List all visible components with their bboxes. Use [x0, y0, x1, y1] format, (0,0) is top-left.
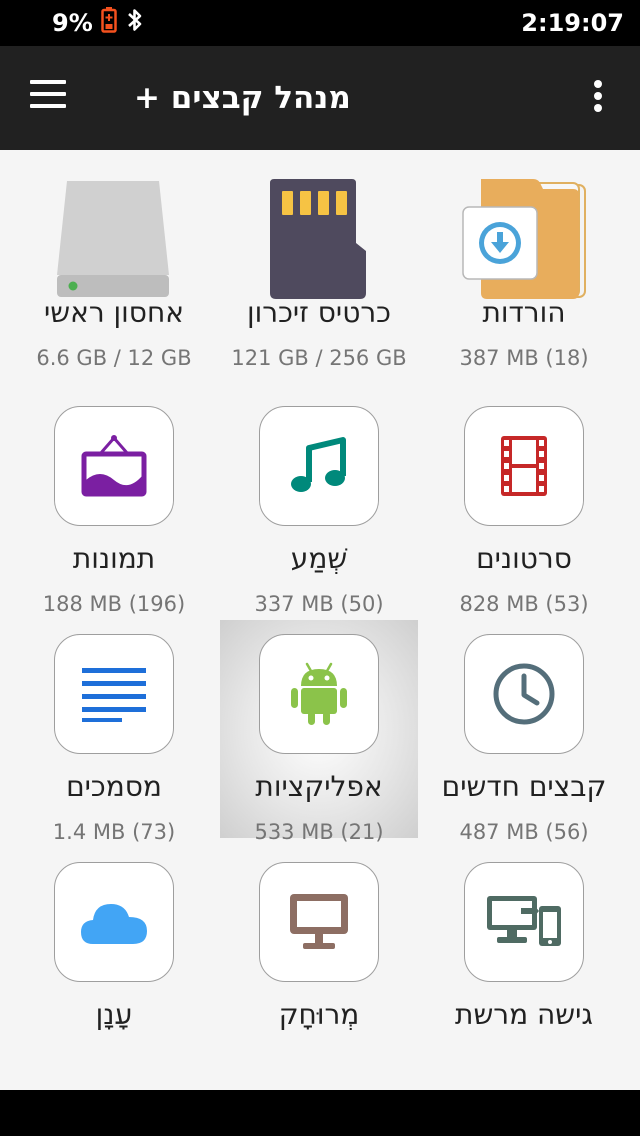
tile-label: אחסון ראשי [44, 296, 184, 329]
tile-documents[interactable]: מסמכים 1.4 MB (73) [15, 624, 213, 844]
film-icon [464, 406, 584, 526]
tile-recent-files[interactable]: קבצים חדשים 487 MB (56) [425, 624, 623, 844]
tile-cloud[interactable]: עָנָן [15, 852, 213, 1070]
sd-card-icon [249, 174, 389, 304]
monitor-icon [259, 862, 379, 982]
tile-remote[interactable]: מְרוּחָק [220, 852, 418, 1070]
clock-icon [464, 634, 584, 754]
tile-label: מסמכים [66, 770, 162, 803]
network-devices-icon [464, 862, 584, 982]
download-folder-icon [454, 174, 594, 304]
tile-apps[interactable]: אפליקציות 533 MB (21) [220, 620, 418, 844]
tile-images[interactable]: תמונות 188 MB (196) [15, 396, 213, 616]
tile-size: 188 MB (196) [42, 592, 186, 616]
status-indicators: 9% [52, 7, 145, 39]
battery-low-icon [101, 7, 117, 39]
tile-size: 487 MB (56) [459, 820, 589, 844]
tile-size: 337 MB (50) [254, 592, 384, 616]
hard-drive-icon [44, 174, 184, 304]
bluetooth-icon [125, 7, 145, 39]
navigation-bar [0, 1090, 640, 1136]
status-time: 2:19:07 [521, 9, 624, 37]
cloud-icon [54, 862, 174, 982]
tile-size: 1.4 MB (73) [52, 820, 176, 844]
tile-size: 533 MB (21) [254, 820, 384, 844]
battery-percent: 9% [52, 9, 93, 37]
android-icon [259, 634, 379, 754]
tile-memory-card[interactable]: כרטיס זיכרון 121 GB / 256 GB [220, 150, 418, 370]
tile-label: אפליקציות [255, 770, 383, 803]
tile-label: גישה מרשת [455, 998, 593, 1031]
tile-main-storage[interactable]: אחסון ראשי 6.6 GB / 12 GB [15, 150, 213, 370]
tile-size: 828 MB (53) [459, 592, 589, 616]
more-options-icon[interactable] [588, 76, 608, 120]
document-lines-icon [54, 634, 174, 754]
tile-label: קבצים חדשים [441, 770, 607, 803]
tile-label: עָנָן [95, 998, 133, 1031]
tile-downloads[interactable]: הורדות 387 MB (18) [425, 150, 623, 370]
tile-label: תמונות [72, 542, 156, 575]
tile-label: הורדות [482, 296, 566, 329]
tile-videos[interactable]: סרטונים 828 MB (53) [425, 396, 623, 616]
tile-label: שְׁמַע [290, 542, 348, 575]
status-bar: 9% 2:19:07 [0, 0, 640, 46]
category-grid: אחסון ראשי 6.6 GB / 12 GB כרטיס זיכרון 1… [0, 150, 640, 1090]
image-icon [54, 406, 174, 526]
tile-audio[interactable]: שְׁמַע 337 MB (50) [220, 396, 418, 616]
music-note-icon [259, 406, 379, 526]
tile-size: 6.6 GB / 12 GB [36, 346, 192, 370]
tile-network-access[interactable]: גישה מרשת [425, 852, 623, 1070]
tile-label: כרטיס זיכרון [247, 296, 391, 329]
tile-label: מְרוּחָק [278, 998, 360, 1031]
tile-size: 121 GB / 256 GB [231, 346, 407, 370]
page-title: מנהל קבצים + [134, 80, 351, 116]
tile-size: 387 MB (18) [459, 346, 589, 370]
app-bar: מנהל קבצים + [0, 46, 640, 150]
tile-label: סרטונים [476, 542, 572, 575]
menu-icon[interactable] [30, 80, 74, 116]
